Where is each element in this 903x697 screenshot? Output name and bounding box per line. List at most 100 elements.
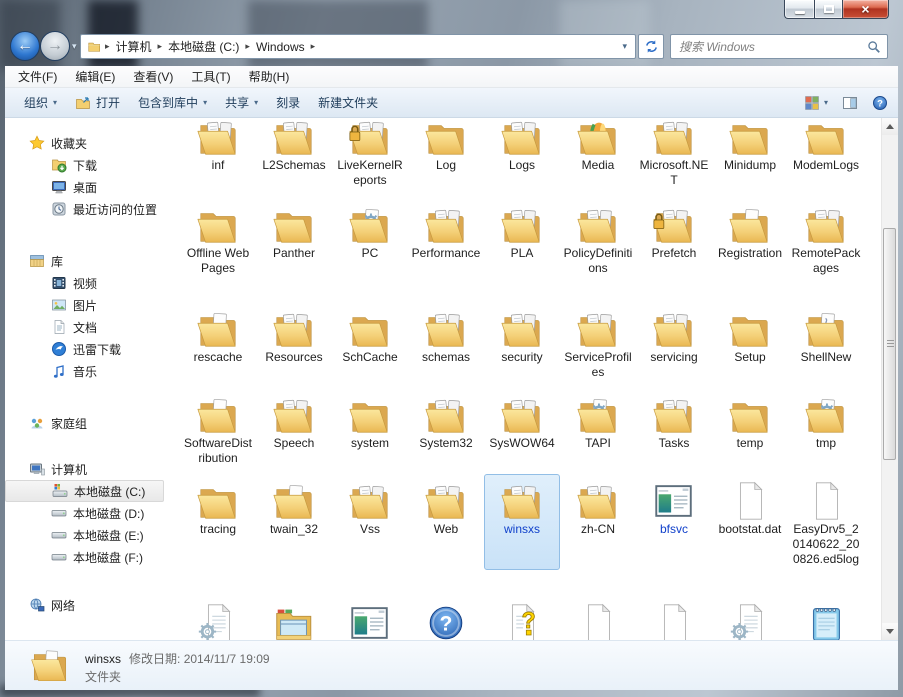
sidebar-item[interactable]: 桌面 [5, 176, 170, 198]
sidebar-item[interactable]: 计算机 [5, 458, 170, 480]
scroll-down-button[interactable] [882, 623, 898, 640]
sidebar-item[interactable]: 图片 [5, 294, 170, 316]
toolbar-button[interactable]: 新建文件夹 [309, 90, 387, 115]
change-view-button[interactable]: ▾ [804, 95, 828, 111]
file-tile[interactable]: Vss [332, 474, 408, 570]
file-tile[interactable]: SysWOW64 [484, 388, 560, 469]
address-dropdown-icon[interactable]: ▾ [618, 41, 631, 52]
breadcrumb-separator-icon[interactable]: ▸ [309, 41, 318, 52]
vertical-scrollbar[interactable] [881, 118, 898, 640]
file-tile[interactable]: ? [408, 596, 484, 640]
maximize-button[interactable] [814, 0, 843, 19]
menu-item[interactable]: 编辑(E) [66, 66, 124, 87]
sidebar-item[interactable]: 收藏夹 [5, 132, 170, 154]
file-tile[interactable]: servicing [636, 302, 712, 383]
breadcrumb-separator-icon[interactable]: ▸ [103, 41, 112, 52]
sidebar-item[interactable]: 网络 [5, 594, 170, 616]
file-tile[interactable]: Web [408, 474, 484, 570]
file-tile[interactable]: Minidump [712, 118, 788, 191]
file-tile[interactable]: SoftwareDistribution [180, 388, 256, 469]
file-tile[interactable]: rescache [180, 302, 256, 383]
breadcrumb-item[interactable]: Windows [252, 38, 309, 56]
toolbar-button[interactable]: 打开 [66, 90, 129, 115]
file-tile[interactable]: Speech [256, 388, 332, 469]
refresh-button[interactable] [638, 34, 664, 59]
file-tile[interactable]: PC [332, 198, 408, 279]
sidebar-item[interactable]: 本地磁盘 (C:) [5, 480, 164, 502]
file-tile[interactable]: PolicyDefinitions [560, 198, 636, 279]
search-input[interactable] [677, 38, 867, 55]
scroll-up-button[interactable] [882, 118, 898, 135]
close-button[interactable]: × [843, 0, 889, 19]
breadcrumb-item[interactable]: 计算机 [112, 36, 156, 57]
menu-item[interactable]: 文件(F) [9, 66, 66, 87]
file-tile[interactable]: L2Schemas [256, 118, 332, 191]
file-tile[interactable]: temp [712, 388, 788, 469]
file-tile[interactable]: SchCache [332, 302, 408, 383]
file-tile[interactable]: TAPI [560, 388, 636, 469]
file-tile[interactable]: Prefetch [636, 198, 712, 279]
file-tile[interactable]: Logs [484, 118, 560, 191]
file-tile[interactable] [332, 596, 408, 640]
file-tile[interactable]: Media [560, 118, 636, 191]
sidebar-item[interactable]: 本地磁盘 (E:) [5, 524, 170, 546]
file-tile[interactable]: Registration [712, 198, 788, 279]
sidebar-item[interactable]: 本地磁盘 (F:) [5, 546, 170, 568]
file-tile[interactable] [256, 596, 332, 640]
sidebar-item[interactable]: 文档 [5, 316, 170, 338]
file-tile[interactable]: Setup [712, 302, 788, 383]
preview-pane-button[interactable] [842, 95, 858, 111]
file-tile[interactable]: LiveKernelReports [332, 118, 408, 191]
file-tile[interactable]: tmp [788, 388, 864, 469]
file-tile[interactable] [712, 596, 788, 640]
help-button[interactable]: ? [872, 95, 888, 111]
file-tile[interactable] [788, 596, 864, 640]
toolbar-button[interactable]: 刻录 [267, 90, 309, 115]
toolbar-button[interactable]: 共享 ▾ [216, 90, 267, 115]
file-tile[interactable]: Performance [408, 198, 484, 279]
file-tile[interactable]: winsxs [484, 474, 560, 570]
file-tile[interactable]: Microsoft.NET [636, 118, 712, 191]
sidebar-item[interactable]: 最近访问的位置 [5, 198, 170, 220]
file-tile[interactable] [560, 596, 636, 640]
file-tile[interactable]: zh-CN [560, 474, 636, 570]
menu-item[interactable]: 工具(T) [182, 66, 239, 87]
sidebar-item[interactable]: 下载 [5, 154, 170, 176]
address-bar[interactable]: ▸ 计算机 ▸ 本地磁盘 (C:) ▸ Windows ▸ ▾ [80, 34, 636, 59]
file-tile[interactable]: ModemLogs [788, 118, 864, 191]
file-tile[interactable] [180, 596, 256, 640]
file-tile[interactable]: bfsvc [636, 474, 712, 570]
scrollbar-thumb[interactable] [883, 228, 896, 460]
file-tile[interactable]: system [332, 388, 408, 469]
file-tile[interactable]: Log [408, 118, 484, 191]
sidebar-item[interactable]: 家庭组 [5, 412, 170, 434]
minimize-button[interactable] [784, 0, 814, 19]
file-tile[interactable]: inf [180, 118, 256, 191]
file-tile[interactable]: ShellNew [788, 302, 864, 383]
file-tile[interactable]: ServiceProfiles [560, 302, 636, 383]
file-tile[interactable]: tracing [180, 474, 256, 570]
file-tile[interactable]: Offline Web Pages [180, 198, 256, 279]
file-tile[interactable]: System32 [408, 388, 484, 469]
sidebar-item[interactable]: 视频 [5, 272, 170, 294]
recent-pages-chevron-icon[interactable]: ▾ [72, 41, 77, 52]
file-tile[interactable]: security [484, 302, 560, 383]
breadcrumb-separator-icon[interactable]: ▸ [243, 41, 252, 52]
file-tile[interactable]: schemas [408, 302, 484, 383]
back-button[interactable]: ← [10, 31, 40, 61]
toolbar-button[interactable]: 包含到库中 ▾ [129, 90, 216, 115]
file-tile[interactable]: twain_32 [256, 474, 332, 570]
file-tile[interactable]: Panther [256, 198, 332, 279]
sidebar-item[interactable]: 库 [5, 250, 170, 272]
sidebar-item[interactable]: 迅雷下载 [5, 338, 170, 360]
menu-item[interactable]: 查看(V) [124, 66, 182, 87]
file-tile[interactable]: Tasks [636, 388, 712, 469]
toolbar-button[interactable]: 组织 ▾ [15, 90, 66, 115]
sidebar-item[interactable]: 本地磁盘 (D:) [5, 502, 170, 524]
file-tile[interactable] [636, 596, 712, 640]
file-tile[interactable]: RemotePackages [788, 198, 864, 279]
breadcrumb-separator-icon[interactable]: ▸ [156, 41, 165, 52]
sidebar-item[interactable]: 音乐 [5, 360, 170, 382]
file-tile[interactable]: PLA [484, 198, 560, 279]
file-tile[interactable]: ? [484, 596, 560, 640]
